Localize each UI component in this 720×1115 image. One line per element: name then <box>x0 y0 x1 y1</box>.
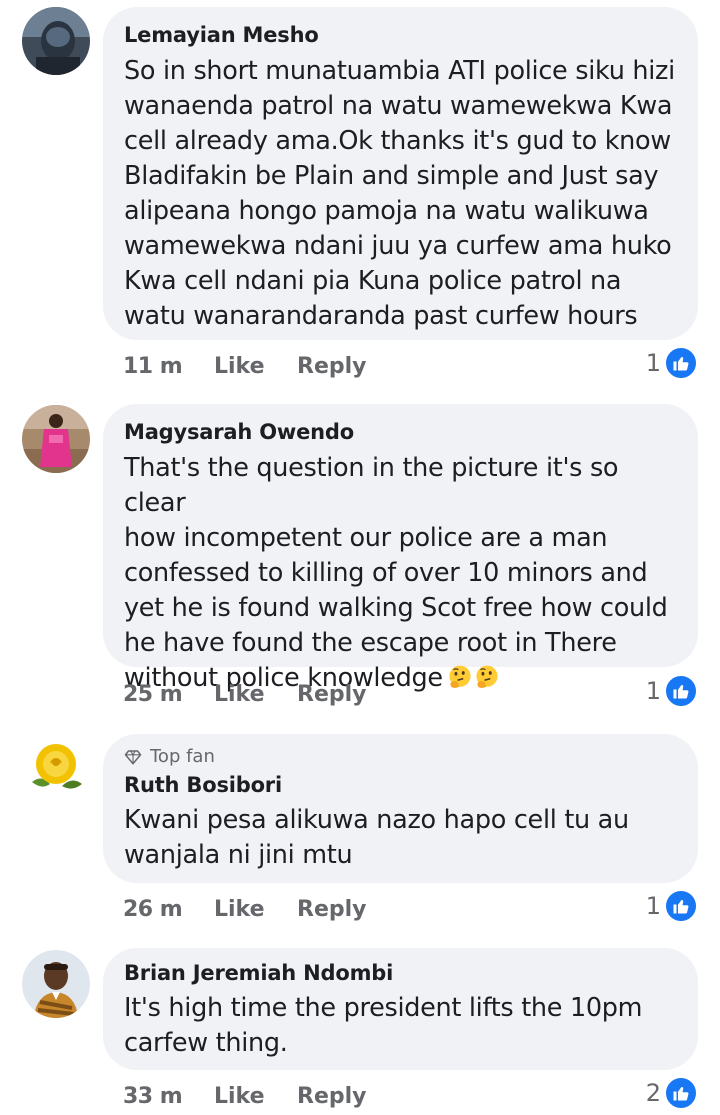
reaction-count: 1 <box>645 892 661 920</box>
dark-portrait-avatar-image <box>22 7 90 75</box>
reaction-summary[interactable]: 1 <box>646 888 698 924</box>
comment-bubble: Lemayian Mesho So in short munatuambia A… <box>103 7 698 340</box>
thinking-face-emoji <box>449 665 471 688</box>
reaction-count: 2 <box>645 1079 661 1107</box>
comment-bubble: Top fan Ruth Bosibori Kwani pesa alikuwa… <box>103 734 698 883</box>
comment-bubble: Brian Jeremiah Ndombi It's high time the… <box>103 948 698 1070</box>
comment-actions: 33 m Like Reply <box>123 1078 367 1114</box>
comment-actions: 11 m Like Reply <box>123 348 367 384</box>
top-fan-label: Top fan <box>150 746 215 767</box>
comment-text: Kwani pesa alikuwa nazo hapo cell tu au … <box>124 805 629 870</box>
comment-actions: 25 m Like Reply <box>123 676 367 712</box>
reply-button[interactable]: Reply <box>297 1084 367 1109</box>
comment-author[interactable]: Ruth Bosibori <box>124 772 682 798</box>
comment-text-wrap: That's the question in the picture it's … <box>124 451 682 696</box>
like-reaction-icon <box>664 346 698 380</box>
like-reaction-icon <box>664 1076 698 1110</box>
comment-time[interactable]: 25 m <box>123 682 214 707</box>
reaction-count: 1 <box>645 677 661 705</box>
comment-author[interactable]: Magysarah Owendo <box>124 419 682 445</box>
avatar[interactable] <box>22 7 90 75</box>
comment-bubble: Magysarah Owendo That's the question in … <box>103 404 698 693</box>
like-button[interactable]: Like <box>214 682 297 707</box>
reaction-count: 1 <box>645 349 661 377</box>
avatar[interactable] <box>22 950 90 1018</box>
comment-actions: 26 m Like Reply <box>123 891 367 927</box>
like-button[interactable]: Like <box>214 897 297 922</box>
like-button[interactable]: Like <box>214 1084 297 1109</box>
comment-time[interactable]: 26 m <box>123 897 214 922</box>
reaction-summary[interactable]: 2 <box>646 1075 698 1111</box>
comment-text: That's the question in the picture it's … <box>124 453 668 693</box>
reaction-summary[interactable]: 1 <box>646 673 698 709</box>
reply-button[interactable]: Reply <box>297 897 367 922</box>
diamond-icon <box>124 750 142 765</box>
comment-text: It's high time the president lifts the 1… <box>124 993 643 1058</box>
like-reaction-icon <box>664 674 698 708</box>
reaction-summary[interactable]: 1 <box>646 345 698 381</box>
top-fan-badge: Top fan <box>124 746 682 768</box>
like-button[interactable]: Like <box>214 354 297 379</box>
man-portrait-avatar-image <box>22 950 90 1018</box>
avatar[interactable] <box>22 405 90 473</box>
comment-time[interactable]: 11 m <box>123 354 214 379</box>
comment-author[interactable]: Lemayian Mesho <box>124 22 682 48</box>
avatar[interactable] <box>22 734 90 802</box>
yellow-rose-avatar-image <box>22 734 90 802</box>
like-reaction-icon <box>664 889 698 923</box>
comment-text: So in short munatuambia ATI police siku … <box>124 56 675 331</box>
thinking-face-emoji <box>476 665 498 688</box>
reply-button[interactable]: Reply <box>297 354 367 379</box>
pink-dress-avatar-image <box>22 405 90 473</box>
comment-author[interactable]: Brian Jeremiah Ndombi <box>124 960 682 986</box>
comment-time[interactable]: 33 m <box>123 1084 214 1109</box>
reply-button[interactable]: Reply <box>297 682 367 707</box>
